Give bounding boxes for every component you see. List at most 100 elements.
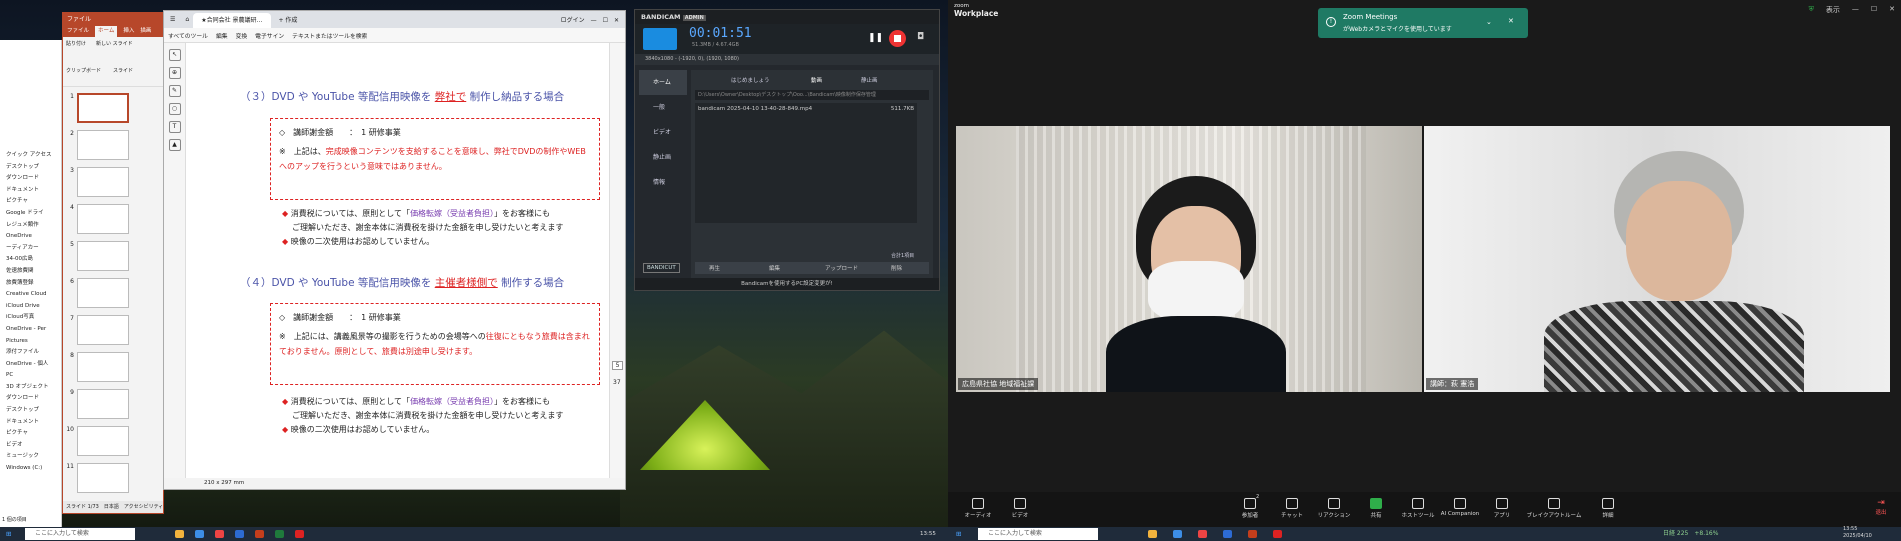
tool-search[interactable]: テキストまたはツールを検索 [292, 31, 367, 40]
convert-button[interactable]: 変換 [236, 31, 248, 40]
menu-home[interactable]: ホーム [639, 70, 687, 95]
powerpoint-icon[interactable] [255, 530, 264, 538]
menu-general[interactable]: 一般 [639, 95, 687, 120]
leave-button[interactable]: ⇥ 退出 [1869, 498, 1893, 516]
chrome-icon[interactable] [215, 530, 224, 538]
tree-item[interactable]: ピクチャ [0, 428, 61, 440]
shield-icon[interactable]: ⛨ [1809, 5, 1814, 15]
tree-item[interactable]: ミュージック [0, 451, 61, 463]
video-tile-speaker[interactable]: 講師：萩 憲浩 [1424, 126, 1890, 392]
tree-item[interactable]: ーディアカー [0, 243, 61, 255]
home-icon[interactable]: ⌂ [181, 16, 193, 23]
chrome-icon[interactable] [1198, 530, 1207, 538]
menu-image[interactable]: 静止画 [639, 145, 687, 170]
tree-item[interactable]: 添付ファイル [0, 347, 61, 359]
tree-item[interactable]: レジュメ類作 [0, 220, 61, 232]
page-number-input[interactable]: 5 [612, 361, 623, 370]
image-tab[interactable]: 静止画 [861, 76, 878, 84]
slide-thumb[interactable]: 11 [65, 463, 135, 500]
slide-thumb[interactable]: 4 [65, 204, 135, 241]
powerpoint-icon[interactable] [1248, 530, 1257, 538]
slide-thumb[interactable]: 6 [65, 278, 135, 315]
tree-item[interactable]: 旅費簿登録 [0, 278, 61, 290]
tree-item[interactable]: Creative Cloud [0, 289, 61, 301]
tree-item[interactable]: 佐速旅費関 [0, 266, 61, 278]
ppt-tab-draw[interactable]: 描画 [140, 26, 151, 37]
excel-icon[interactable] [275, 530, 284, 538]
video-tile-host[interactable]: 広島県社協 地域福祉課 [956, 126, 1422, 392]
tree-item[interactable]: OneDrive [0, 231, 61, 243]
stamp-icon[interactable]: ▲ [168, 139, 181, 151]
zoom-app-icon[interactable] [1223, 530, 1232, 538]
close-icon[interactable]: ✕ [1508, 17, 1514, 25]
tree-item[interactable]: iCloud Drive [0, 301, 61, 313]
edit-button[interactable]: 編集 [769, 264, 780, 272]
file-row[interactable]: bandicam 2025-04-10 13-40-28-849.mp4 511… [695, 103, 917, 115]
ai-companion-button[interactable]: AI Companion [1438, 498, 1482, 517]
screen-mode-button[interactable] [643, 28, 677, 50]
upload-button[interactable]: アップロード [825, 264, 858, 272]
tree-item[interactable]: ダウンロード [0, 173, 61, 185]
tree-item[interactable]: 34-00広島 [0, 254, 61, 266]
new-tab-button[interactable]: + 作成 [271, 15, 306, 24]
folder-icon[interactable] [1148, 530, 1157, 538]
browser-icon[interactable] [195, 530, 204, 538]
chat-button[interactable]: チャット [1270, 498, 1314, 519]
pdf-document-tab[interactable]: ★合同会社 景農議研… [193, 13, 271, 28]
taskbar-search[interactable]: ここに入力して検索 [25, 528, 135, 540]
new-slide-button[interactable]: 新しい スライド [96, 40, 133, 47]
word-icon[interactable] [235, 530, 244, 538]
all-tools-button[interactable]: すべてのツール [168, 31, 208, 40]
slide-thumb[interactable]: 5 [65, 241, 135, 278]
tree-item[interactable]: Windows (C:) [0, 463, 61, 475]
tree-item[interactable]: ドキュメント [0, 185, 61, 197]
maximize-icon[interactable]: ☐ [1871, 5, 1877, 15]
tree-item[interactable]: ドキュメント [0, 417, 61, 429]
chevron-down-icon[interactable]: ⌄ [1486, 18, 1492, 26]
more-button[interactable]: 詳細 [1586, 498, 1630, 519]
windows-start-icon[interactable]: ⊞ [956, 527, 961, 541]
tree-item[interactable]: デスクトップ [0, 162, 61, 174]
paste-button[interactable]: 貼り付け [66, 40, 86, 47]
tree-item[interactable]: デスクトップ [0, 405, 61, 417]
pen-icon[interactable]: ✎ [168, 85, 181, 97]
start-tab[interactable]: はじめましょう [731, 76, 770, 84]
video-tab[interactable]: 動画 [811, 76, 822, 84]
bandicam-footer[interactable]: Bandicamを使用するPC設定変更が! [635, 278, 939, 290]
apps-button[interactable]: アプリ [1480, 498, 1524, 519]
reactions-button[interactable]: リアクション [1312, 498, 1356, 519]
menu-info[interactable]: 情報 [639, 170, 687, 195]
ppt-tab-file[interactable]: ファイル [67, 26, 89, 37]
acrobat-icon[interactable] [1273, 530, 1282, 538]
edit-button[interactable]: 編集 [216, 31, 228, 40]
stock-widget[interactable]: 日経 225 +8.16% [1663, 527, 1718, 541]
view-button[interactable]: 表示 [1826, 5, 1840, 15]
bandicut-button[interactable]: BANDICUT [643, 263, 680, 273]
ppt-tab-insert[interactable]: 挿入 [123, 26, 134, 37]
windows-start-icon[interactable]: ⊞ [6, 527, 11, 541]
text-icon[interactable]: T [168, 121, 181, 133]
play-button[interactable]: 再生 [709, 264, 720, 272]
camera-mic-notification[interactable]: ! Zoom Meetings がWebカメラとマイクを使用しています ⌄ ✕ [1318, 8, 1528, 38]
slide-thumb[interactable]: 3 [65, 167, 135, 204]
camera-icon[interactable]: ◘ [917, 32, 924, 42]
audio-button[interactable]: オーディオ [956, 498, 1000, 519]
menu-icon[interactable]: ☰ [164, 16, 181, 23]
window-controls[interactable]: — ☐ ✕ [591, 15, 625, 24]
slide-thumb[interactable]: 1 [65, 93, 135, 130]
select-icon[interactable]: ↖ [168, 49, 181, 61]
tree-item[interactable]: OneDrive - 個人 [0, 359, 61, 371]
login-button[interactable]: ログイン [561, 15, 591, 24]
tree-item[interactable]: ピクチャ [0, 196, 61, 208]
slide-thumb[interactable]: 9 [65, 389, 135, 426]
folder-icon[interactable] [175, 530, 184, 538]
pause-icon[interactable]: ❚❚ [868, 33, 883, 43]
minimize-icon[interactable]: — [1852, 5, 1859, 15]
delete-button[interactable]: 削除 [891, 264, 902, 272]
browser-icon[interactable] [1173, 530, 1182, 538]
stop-record-button[interactable] [889, 30, 906, 47]
menu-video[interactable]: ビデオ [639, 120, 687, 145]
tree-item[interactable]: Pictures [0, 336, 61, 348]
tree-item[interactable]: Google ドライ [0, 208, 61, 220]
slide-thumb[interactable]: 7 [65, 315, 135, 352]
